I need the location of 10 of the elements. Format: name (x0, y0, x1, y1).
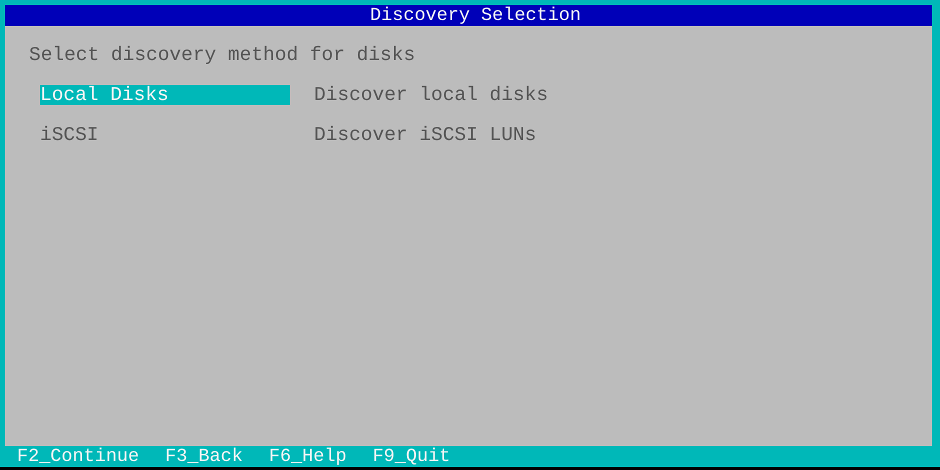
prompt-text: Select discovery method for disks (29, 44, 416, 66)
function-key-hint[interactable]: F9_Quit (372, 446, 450, 467)
window-title: Discovery Selection (370, 5, 581, 26)
function-key-hint[interactable]: F2_Continue (17, 446, 140, 467)
option-description: Discover iSCSI LUNs (314, 124, 536, 146)
menu-option[interactable]: iSCSI (40, 125, 290, 145)
option-description: Discover local disks (314, 84, 548, 106)
menu-option[interactable]: Local Disks (40, 85, 290, 105)
function-key-hint[interactable]: F3_Back (165, 446, 243, 467)
function-key-hint[interactable]: F6_Help (268, 446, 347, 467)
